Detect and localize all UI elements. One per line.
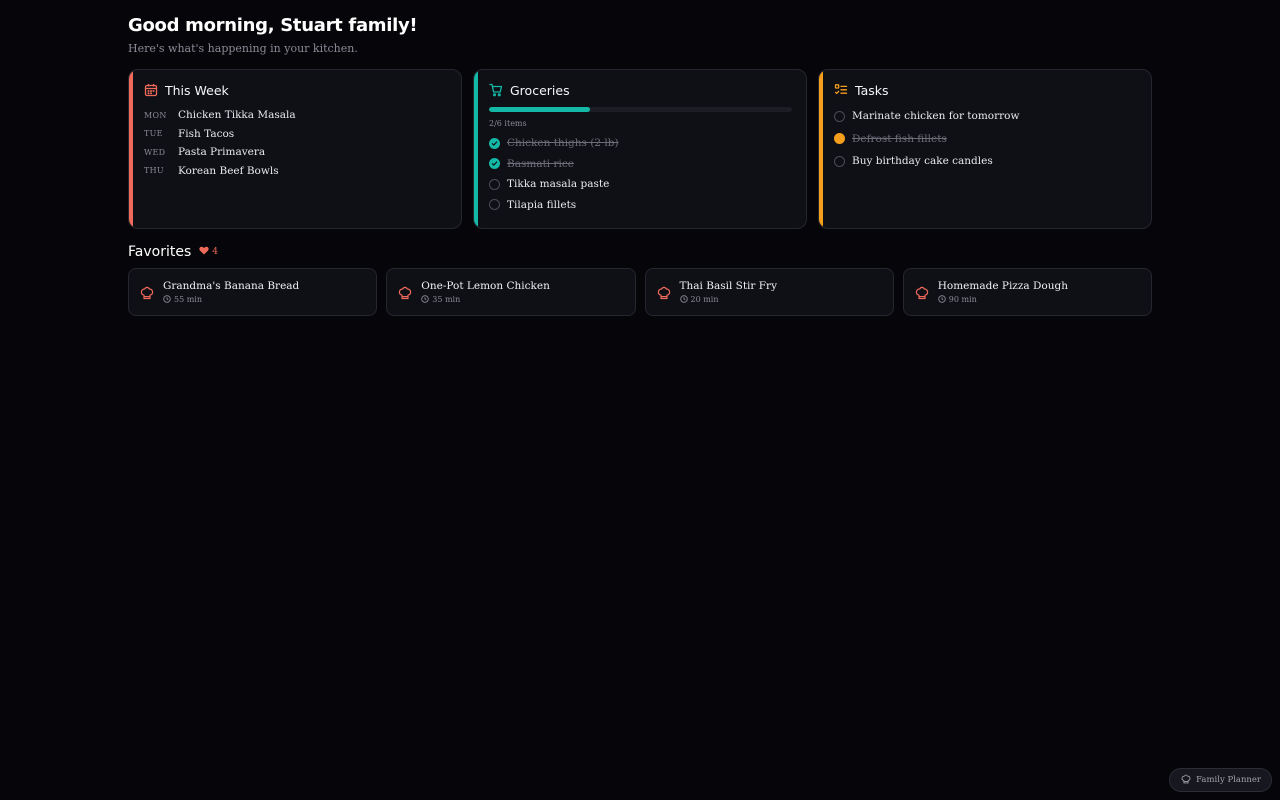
favorites-count: 4 (212, 247, 218, 257)
chef-hat-icon (915, 286, 929, 300)
favorites-grid: Grandma's Banana Bread 55 min One-Pot Le… (128, 268, 1152, 316)
task-list: Marinate chicken for tomorrow Defrost fi… (834, 105, 1137, 173)
grocery-item-label: Chicken thighs (2 lb) (507, 137, 619, 150)
checkbox-unchecked[interactable] (489, 199, 500, 211)
checklist-icon (834, 83, 848, 97)
grocery-progress-bar (489, 107, 792, 112)
task-checkbox-unchecked[interactable] (834, 155, 845, 167)
grocery-item[interactable]: Tikka masala paste (489, 174, 792, 195)
meal-list: MON Chicken Tikka Masala TUE Fish Tacos … (144, 106, 447, 180)
card-header: Groceries (489, 82, 792, 98)
calendar-icon (144, 83, 158, 97)
meal-day: MON (144, 110, 167, 120)
grocery-item[interactable]: Tilapia fillets (489, 195, 792, 216)
recipe-time-value: 55 min (174, 295, 203, 304)
recipe-time: 90 min (938, 294, 1068, 305)
clock-icon (679, 294, 688, 305)
recipe-card[interactable]: Thai Basil Stir Fry 20 min (644, 268, 894, 316)
dashboard: Good morning, Stuart family! Here's what… (128, 0, 1152, 316)
grocery-progress-fill (489, 107, 590, 112)
recipe-name: Homemade Pizza Dough (937, 279, 1068, 292)
card-title: This Week (165, 82, 229, 98)
clock-icon (421, 294, 429, 305)
card-title: Groceries (510, 82, 570, 98)
card-header: This Week (144, 82, 447, 98)
recipe-name: Thai Basil Stir Fry (679, 279, 778, 292)
page-title: Good morning, Stuart family! (128, 15, 418, 36)
badge-label: Family Planner (1196, 775, 1261, 785)
recipe-time-value: 20 min (690, 295, 719, 304)
meal-day: THU (144, 166, 164, 176)
favorites-count-badge: 4 (199, 246, 218, 258)
recipe-name: One-Pot Lemon Chicken (421, 279, 550, 292)
heart-icon (199, 246, 209, 258)
recipe-name: Grandma's Banana Bread (163, 279, 300, 292)
meal-name: Chicken Tikka Masala (178, 109, 296, 122)
recipe-info: One-Pot Lemon Chicken 35 min (421, 280, 550, 305)
summary-cards: This Week MON Chicken Tikka Masala TUE F… (128, 69, 1152, 229)
chef-hat-icon (1181, 774, 1191, 787)
tasks-card[interactable]: Tasks Marinate chicken for tomorrow Defr… (818, 69, 1152, 229)
grocery-item[interactable]: Basmati rice (489, 154, 792, 175)
clock-icon (938, 294, 946, 305)
task-label: Buy birthday cake candles (852, 155, 993, 168)
meal-name: Korean Beef Bowls (178, 164, 279, 177)
grocery-progress-label: 2/6 items (489, 119, 527, 128)
favorites-title: Favorites (128, 244, 192, 260)
task-checkbox-unchecked[interactable] (834, 110, 845, 122)
meal-row[interactable]: MON Chicken Tikka Masala (144, 106, 447, 125)
grocery-list: Chicken thighs (2 lb) Basmati rice Tikka… (489, 133, 792, 215)
recipe-time: 20 min (679, 294, 778, 305)
meal-row[interactable]: WED Pasta Primavera (144, 143, 447, 162)
grocery-item-label: Tikka masala paste (507, 178, 610, 191)
card-header: Tasks (834, 82, 1137, 98)
recipe-time-value: 90 min (948, 295, 977, 304)
meal-row[interactable]: TUE Fish Tacos (144, 125, 447, 144)
recipe-card[interactable]: Homemade Pizza Dough 90 min (902, 268, 1152, 316)
recipe-time: 35 min (421, 294, 550, 305)
card-title: Tasks (855, 82, 889, 98)
cart-icon (489, 83, 503, 97)
checkbox-checked[interactable] (489, 137, 500, 149)
favorites-header: Favorites 4 (128, 243, 1152, 261)
recipe-info: Homemade Pizza Dough 90 min (938, 280, 1068, 305)
task-item[interactable]: Buy birthday cake candles (834, 150, 1137, 173)
checkbox-checked[interactable] (489, 158, 500, 170)
meal-name: Fish Tacos (178, 127, 235, 140)
page: Good morning, Stuart family! Here's what… (0, 0, 1280, 800)
grocery-item[interactable]: Chicken thighs (2 lb) (489, 133, 792, 154)
recipe-info: Grandma's Banana Bread 55 min (163, 280, 299, 305)
recipe-card[interactable]: Grandma's Banana Bread 55 min (128, 268, 378, 316)
task-label: Defrost fish fillets (852, 132, 947, 145)
chef-hat-icon (140, 286, 154, 300)
meal-day: TUE (144, 129, 163, 139)
task-item[interactable]: Marinate chicken for tomorrow (834, 105, 1137, 128)
meal-day: WED (144, 147, 166, 157)
grocery-item-label: Basmati rice (507, 157, 574, 170)
checkbox-unchecked[interactable] (489, 178, 500, 190)
recipe-time: 55 min (163, 294, 299, 305)
recipe-info: Thai Basil Stir Fry 20 min (680, 280, 778, 305)
chef-hat-icon (657, 286, 671, 300)
family-planner-badge[interactable]: Family Planner (1169, 768, 1272, 792)
recipe-card[interactable]: One-Pot Lemon Chicken 35 min (386, 268, 636, 316)
this-week-card[interactable]: This Week MON Chicken Tikka Masala TUE F… (128, 69, 462, 229)
chef-hat-icon (398, 286, 412, 300)
task-label: Marinate chicken for tomorrow (852, 110, 1020, 123)
grocery-item-label: Tilapia fillets (507, 198, 577, 211)
recipe-time-value: 35 min (432, 295, 461, 304)
clock-icon (163, 294, 171, 305)
groceries-card[interactable]: Groceries 2/6 items Chicken thighs (2 lb… (473, 69, 807, 229)
task-checkbox-checked[interactable] (834, 133, 845, 145)
page-subtitle: Here's what's happening in your kitchen. (128, 42, 358, 55)
meal-name: Pasta Primavera (178, 146, 266, 159)
meal-row[interactable]: THU Korean Beef Bowls (144, 162, 447, 181)
task-item[interactable]: Defrost fish fillets (834, 128, 1137, 151)
